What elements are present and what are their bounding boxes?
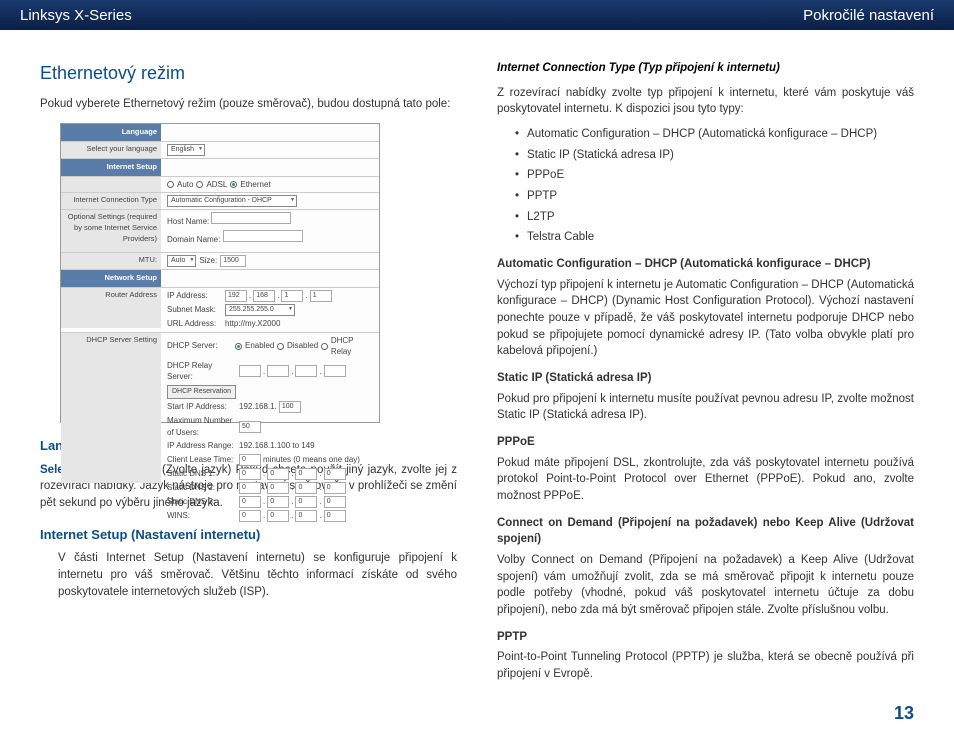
router-settings-screenshot: Language Select your language English In…: [60, 123, 380, 423]
pppoe-para: Pokud máte připojení DSL, zkontrolujte, …: [497, 455, 914, 505]
ict-heading: Internet Connection Type (Typ připojení …: [497, 60, 914, 77]
internet-setup-heading: Internet Setup (Nastavení internetu): [40, 526, 457, 545]
ss-max-users[interactable]: 50: [239, 421, 261, 433]
ss-ip-2[interactable]: 168: [253, 290, 275, 302]
dhcp-subheading: Automatic Configuration – DHCP (Automati…: [497, 256, 914, 273]
ss-dhcp-disabled[interactable]: [277, 343, 284, 350]
header-left: Linksys X-Series: [20, 7, 132, 24]
connection-types-list: Automatic Configuration – DHCP (Automati…: [515, 126, 914, 246]
type-telstra: Telstra Cable: [515, 229, 914, 246]
dhcp-para: Výchozí typ připojení k internetu je Aut…: [497, 277, 914, 360]
ss-lease-input[interactable]: 0: [239, 454, 261, 466]
ss-dhcp-reservation-button[interactable]: DHCP Reservation: [167, 385, 236, 399]
right-column: Internet Connection Type (Typ připojení …: [497, 60, 914, 691]
ss-radio-ethernet[interactable]: [230, 181, 237, 188]
static-para: Pokud pro připojení k internetu musíte p…: [497, 391, 914, 424]
pptp-subheading: PPTP: [497, 629, 914, 646]
pppoe-subheading: PPPoE: [497, 434, 914, 451]
ss-radio-auto[interactable]: [167, 181, 174, 188]
ss-ict-label: Internet Connection Type: [61, 193, 161, 209]
ss-ip-4[interactable]: 1: [310, 290, 332, 302]
internet-setup-para: V části Internet Setup (Nastavení intern…: [58, 550, 457, 600]
ss-url-value: http://my.X2000: [225, 318, 280, 330]
ss-ip-1[interactable]: 192: [225, 290, 247, 302]
ss-router-address-label: Router Address: [61, 288, 161, 328]
left-column: Ethernetový režim Pokud vyberete Etherne…: [40, 60, 457, 691]
ss-domain-input[interactable]: [223, 230, 303, 242]
ss-ip-range: 192.168.1.100 to 149: [239, 440, 315, 452]
page-header: Linksys X-Series Pokročilé nastavení: [0, 0, 954, 30]
ethernet-intro: Pokud vyberete Ethernetový režim (pouze …: [40, 96, 457, 113]
ss-radio-adsl[interactable]: [196, 181, 203, 188]
ss-hostname-input[interactable]: [211, 212, 291, 224]
page-number: 13: [894, 703, 914, 724]
ethernet-mode-heading: Ethernetový režim: [40, 60, 457, 86]
content-area: Ethernetový režim Pokud vyberete Etherne…: [0, 30, 954, 691]
ss-network-setup-header: Network Setup: [61, 270, 161, 287]
ss-mtu-label: MTU:: [61, 253, 161, 269]
ss-size-input[interactable]: 1500: [220, 255, 246, 267]
ss-internet-setup-header: Internet Setup: [61, 159, 161, 176]
static-subheading: Static IP (Statická adresa IP): [497, 370, 914, 387]
ss-start-ip[interactable]: 100: [279, 401, 301, 413]
cod-para: Volby Connect on Demand (Připojení na po…: [497, 552, 914, 619]
ss-language-header: Language: [61, 124, 161, 141]
type-l2tp: L2TP: [515, 209, 914, 226]
ss-optional-label: Optional Settings (required by some Inte…: [61, 210, 161, 252]
ss-dhcp-setting-label: DHCP Server Setting: [61, 333, 161, 483]
type-pptp: PPTP: [515, 188, 914, 205]
ss-ict-select[interactable]: Automatic Configuration - DHCP: [167, 195, 297, 207]
ss-ip-3[interactable]: 1: [281, 290, 303, 302]
ss-subnet-select[interactable]: 255.255.255.0: [225, 304, 295, 316]
ss-dhcp-enabled[interactable]: [235, 343, 242, 350]
pptp-para: Point-to-Point Tunneling Protocol (PPTP)…: [497, 649, 914, 682]
cod-subheading: Connect on Demand (Připojení na požadave…: [497, 515, 914, 548]
ss-dhcp-relay[interactable]: [321, 343, 328, 350]
ss-language-select[interactable]: English: [167, 144, 205, 156]
type-pppoe: PPPoE: [515, 167, 914, 184]
type-static: Static IP (Statická adresa IP): [515, 147, 914, 164]
type-dhcp: Automatic Configuration – DHCP (Automati…: [515, 126, 914, 143]
header-right: Pokročilé nastavení: [803, 7, 934, 24]
ss-mtu-select[interactable]: Auto: [167, 255, 196, 267]
ss-select-language-label: Select your language: [61, 142, 161, 158]
ict-intro: Z rozevírací nabídky zvolte typ připojen…: [497, 85, 914, 118]
